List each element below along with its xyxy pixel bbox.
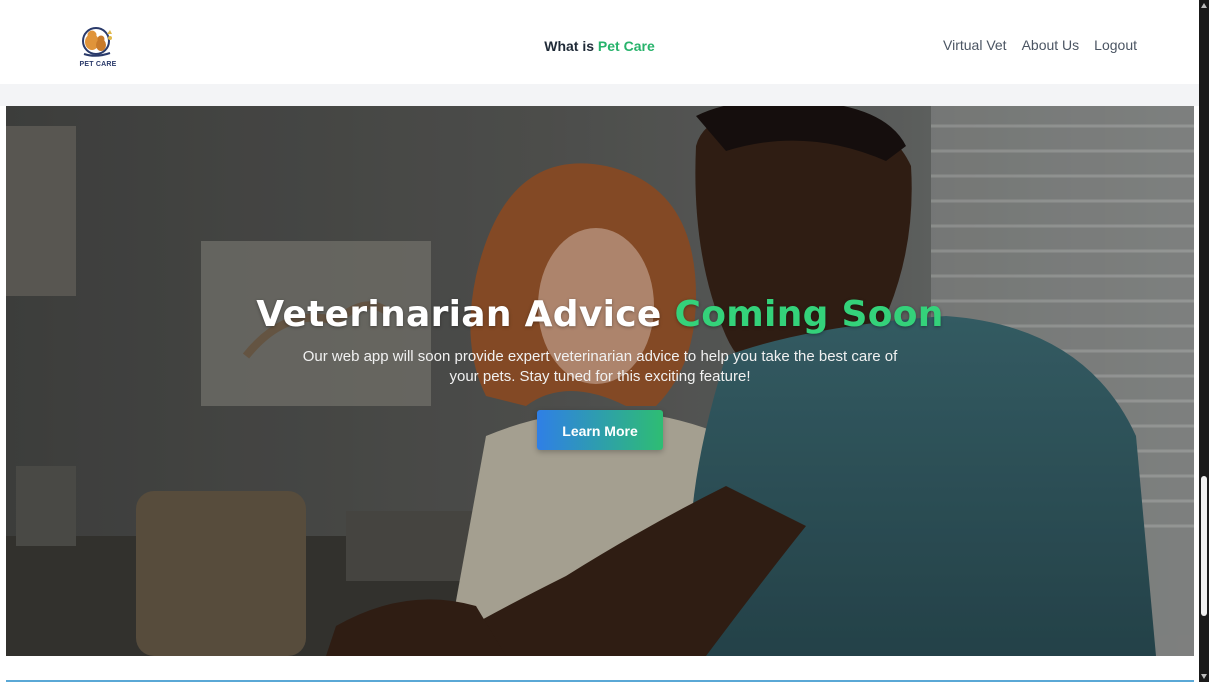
scroll-down-icon[interactable] [1201,674,1207,679]
navbar: PET CARE What is Pet Care Virtual Vet Ab… [0,0,1199,84]
scrollbar-thumb[interactable] [1201,476,1207,616]
nav-link-virtual-vet[interactable]: Virtual Vet [943,37,1007,53]
learn-more-button[interactable]: Learn More [537,410,663,450]
nav-link-about-us[interactable]: About Us [1022,37,1080,53]
page-scrollbar[interactable] [1199,0,1209,682]
nav-title-prefix: What is [544,38,598,54]
header-band [0,84,1199,106]
pet-logo-icon [82,27,112,57]
hero-subtitle: Our web app will soon provide expert vet… [302,348,898,385]
scroll-up-icon[interactable] [1201,3,1207,8]
pet-care-logo[interactable]: PET CARE [76,24,120,72]
nav-title-accent: Pet Care [597,38,655,54]
nav-link-logout[interactable]: Logout [1094,37,1137,53]
logo-text: PET CARE [79,61,117,68]
hero-title: Veterinarian Advice Coming Soon [6,294,1194,335]
nav-links: Virtual Vet About Us Logout [943,37,1137,53]
hero-section: Veterinarian Advice Coming Soon Our web … [6,106,1194,656]
hero-title-main: Veterinarian Advice [256,294,675,335]
page: PET CARE What is Pet Care Virtual Vet Ab… [0,0,1209,682]
hero-content: Veterinarian Advice Coming Soon Our web … [6,294,1194,450]
hero-title-accent: Coming Soon [674,294,944,335]
nav-title-link[interactable]: What is Pet Care [544,38,654,54]
